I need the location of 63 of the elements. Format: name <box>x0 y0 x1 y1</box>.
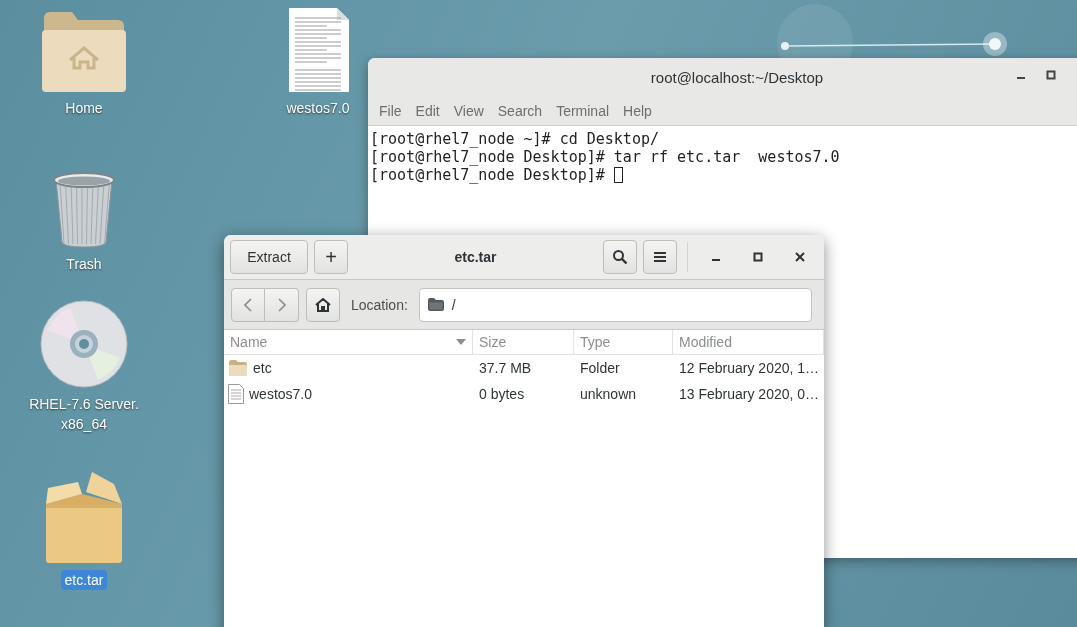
terminal-line: [root@rhel7_node ~]# cd Desktop/ <box>370 130 659 148</box>
desktop-icon[interactable]: Trash <box>36 156 132 274</box>
size-cell-text: 37.7 MB <box>478 359 533 378</box>
close-icon[interactable] <box>795 252 805 262</box>
file-row-name[interactable]: westos7.0 <box>224 381 473 407</box>
extract-button[interactable]: Extract <box>230 240 308 274</box>
search-icon <box>612 249 628 265</box>
terminal-line: [root@rhel7_node Desktop]# <box>370 166 606 184</box>
menu-item[interactable]: Search <box>490 102 550 119</box>
menu-button[interactable] <box>643 240 677 274</box>
type-cell-text: unknown <box>579 385 638 404</box>
location-field[interactable]: / <box>418 287 812 322</box>
maximize-icon[interactable] <box>753 252 763 262</box>
icon-label: westos7.0 <box>285 99 351 118</box>
menu-item[interactable]: Edit <box>408 102 447 119</box>
column-label: Type <box>580 334 611 350</box>
window-title: etc.tar <box>453 249 498 265</box>
file-row-name[interactable]: etc <box>224 355 473 381</box>
file-name: etc <box>253 360 272 376</box>
column-label: Modified <box>679 334 732 350</box>
file-icon <box>228 384 244 404</box>
modified-cell-text: 13 February 2020, 0… <box>678 385 821 404</box>
icon-label: Trash <box>65 255 103 274</box>
menu-item[interactable]: Terminal <box>549 102 617 119</box>
terminal-area[interactable]: [root@rhel7_node ~]# cd Desktop/ [root@rhel7_node Desktop]# tar rf etc.tar westos7.0 [root@rhel7_node Desktop]# <box>368 126 1077 188</box>
desktop-icon[interactable]: westos7.0 <box>270 0 366 118</box>
column-header[interactable]: Type <box>574 330 673 355</box>
icon-label: RHEL-7.6 Server. x86_64 <box>28 395 140 434</box>
icon-label: etc.tar <box>60 570 108 590</box>
desktop-icon[interactable]: etc.tar <box>36 472 132 590</box>
search-button[interactable] <box>603 240 637 274</box>
box-icon <box>44 472 124 564</box>
desktop-icon[interactable]: RHEL-7.6 Server. x86_64 <box>22 296 146 434</box>
terminal-line: [root@rhel7_node Desktop]# tar rf etc.tar westos7.0 <box>370 148 840 166</box>
trash-icon <box>52 172 116 248</box>
document-icon <box>287 8 349 92</box>
desktop-icon[interactable]: Home <box>36 0 132 118</box>
column-header[interactable]: Modified <box>673 330 824 355</box>
icon-label: Home <box>64 99 104 118</box>
location-label: Location: <box>351 296 408 313</box>
menu-item[interactable]: View <box>446 102 491 119</box>
modified-cell-text: 12 February 2020, 1… <box>678 359 821 378</box>
home-button[interactable] <box>306 287 340 322</box>
menu-icon <box>654 251 666 263</box>
file-name: westos7.0 <box>249 386 313 402</box>
maximize-icon[interactable] <box>1046 70 1056 80</box>
size-cell-text: 0 bytes <box>478 385 526 404</box>
chevron-left-icon <box>244 297 252 312</box>
chevron-right-icon <box>277 297 286 312</box>
type-cell-text: Folder <box>579 359 621 378</box>
column-label: Name <box>230 334 268 350</box>
column-header[interactable]: Name <box>224 330 473 355</box>
column-header[interactable]: Size <box>473 330 574 355</box>
folder-icon <box>427 298 444 311</box>
window-title: root@localhost:~/Desktop <box>650 68 824 86</box>
column-label: Size <box>479 334 507 350</box>
home-icon <box>315 297 331 312</box>
disc-icon <box>40 300 128 388</box>
menu-item[interactable]: File <box>372 102 409 119</box>
add-button[interactable]: + <box>314 240 348 274</box>
folder-icon <box>228 359 248 377</box>
menu-item[interactable]: Help <box>616 102 659 119</box>
home-folder-icon <box>42 10 126 92</box>
